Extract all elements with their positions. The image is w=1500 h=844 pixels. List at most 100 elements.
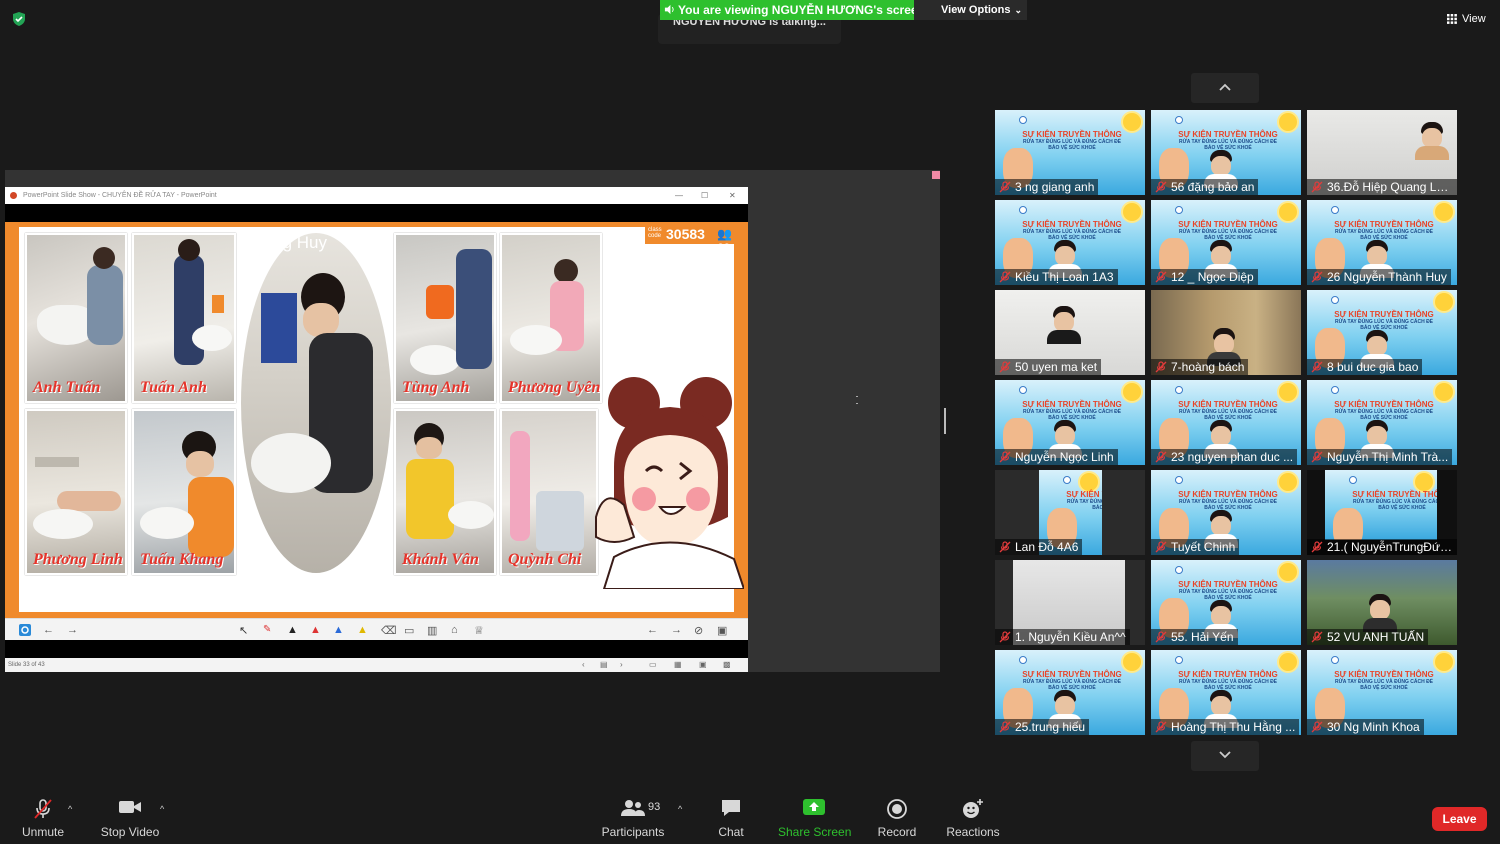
class-participant-count: 69: [717, 241, 731, 255]
eraser-icon[interactable]: ⌫: [381, 624, 397, 637]
minimize-icon[interactable]: —: [675, 187, 683, 204]
classpoint-logo-icon[interactable]: [19, 624, 31, 636]
participant-video-tile[interactable]: 50 uyen ma ket: [995, 290, 1145, 375]
muted-mic-icon: [999, 181, 1011, 193]
pen-black-icon[interactable]: ▲: [287, 624, 299, 636]
participant-video-tile[interactable]: SỰ KIỆN TRUYỀN THÔNGRỬA TAY ĐÚNG LÚC VÀ …: [1151, 380, 1301, 465]
maximize-icon[interactable]: ☐: [701, 187, 708, 204]
view-button[interactable]: View: [1440, 9, 1492, 29]
school-logo-icon: [1019, 386, 1027, 394]
participant-video-tile[interactable]: SỰ KIỆN TRUYỀN THÔNGRỬA TAY ĐÚNG LÚC VÀ …: [1307, 290, 1457, 375]
share-screen-button[interactable]: Share Screen: [778, 788, 852, 844]
participant-video-tile[interactable]: SỰ KIỆN TRUYỀN THÔNGRỬA TAY ĐÚNG LÚC VÀ …: [1307, 200, 1457, 285]
unmute-button[interactable]: Unmute: [14, 788, 72, 844]
participant-name-text: Tuyết Chinh: [1171, 540, 1236, 554]
pen-red-icon[interactable]: ▲: [310, 624, 322, 636]
participant-name: Nguyễn Ngọc Linh: [995, 449, 1118, 465]
participant-video-tile[interactable]: SỰ KIỆN TRUYỀN THÔNGRỬA TAY ĐÚNG LÚC VÀ …: [995, 470, 1145, 555]
participant-video-tile[interactable]: 1. Nguyễn Kiều An^^: [995, 560, 1145, 645]
pointer-icon[interactable]: ↖: [239, 624, 251, 637]
hide-icon[interactable]: ⊘: [694, 624, 706, 637]
encryption-shield-icon[interactable]: [11, 11, 27, 27]
pen-blue-icon[interactable]: ▲: [333, 624, 345, 636]
audio-options-caret-icon[interactable]: ^: [68, 804, 72, 814]
participant-video-tile[interactable]: SỰ KIỆN TRUYỀN THÔNGRỬA TAY ĐÚNG LÚC VÀ …: [995, 200, 1145, 285]
record-button[interactable]: Record: [872, 788, 922, 844]
chat-button[interactable]: Chat: [710, 788, 752, 844]
slide-photo-oval: Quang Huy: [241, 233, 391, 573]
slideshow-view-icon[interactable]: ▩: [723, 658, 731, 672]
poster-text: SỰ KIỆN TRUYỀN THÔNGRỬA TAY ĐÚNG LÚC VÀ …: [1017, 670, 1127, 691]
participant-video-tile[interactable]: SỰ KIỆN TRUYỀN THÔNGRỬA TAY ĐÚNG LÚC VÀ …: [1151, 200, 1301, 285]
participant-video-tile[interactable]: SỰ KIỆN TRUYỀN THÔNGRỬA TAY ĐÚNG LÚC VÀ …: [1151, 110, 1301, 195]
record-icon: [887, 799, 907, 819]
status-notes-icon[interactable]: ▤: [600, 658, 608, 672]
powerpoint-title-bar: PowerPoint Slide Show - CHUYÊN ĐỀ RỬA TA…: [5, 187, 748, 204]
normal-view-icon[interactable]: ▭: [649, 658, 657, 672]
back-arrow-icon[interactable]: ←: [43, 624, 55, 636]
participant-name: Kiều Thị Loan 1A3: [995, 269, 1118, 285]
muted-mic-icon: [999, 451, 1011, 463]
viewing-banner: You are viewing NGUYỄN HƯƠNG's screen: [660, 0, 925, 20]
muted-mic-icon: [999, 631, 1011, 643]
school-logo-icon: [1175, 386, 1183, 394]
participant-video-tile[interactable]: 7-hoàng bách: [1151, 290, 1301, 375]
participants-count: 93: [648, 801, 661, 813]
sun-illustration: [1123, 383, 1141, 401]
photo-caption: Anh Tuấn: [33, 379, 101, 396]
participant-video-tile[interactable]: SỰ KIỆN TRUYỀN THÔNGRỬA TAY ĐÚNG LÚC VÀ …: [995, 380, 1145, 465]
next-slide-icon[interactable]: →: [671, 624, 683, 636]
participant-video-tile[interactable]: SỰ KIỆN TRUYỀN THÔNGRỬA TAY ĐÚNG LÚC VÀ …: [1307, 380, 1457, 465]
poster-text: SỰ KIỆN TRUYỀN THÔNGRỬA TAY ĐÚNG LÚC VÀ …: [1017, 130, 1127, 151]
photo-caption: Tuấn Khang: [140, 551, 224, 568]
video-options-caret-icon[interactable]: ^: [160, 804, 164, 814]
highlighter-icon[interactable]: ▲: [357, 624, 369, 636]
participant-video-tile[interactable]: 52 VU ANH TUẤN: [1307, 560, 1457, 645]
participant-name: 36.Đỗ Hiệp Quang Lo...: [1307, 179, 1457, 195]
gallery-next-page-button[interactable]: [1191, 741, 1259, 771]
view-options-button[interactable]: View Options ⌄: [914, 0, 1027, 20]
panel-splitter[interactable]: [944, 408, 946, 434]
reactions-button[interactable]: Reactions: [944, 788, 1002, 844]
quiz-chart-icon[interactable]: ▥: [427, 624, 439, 637]
participant-video-tile[interactable]: SỰ KIỆN TRUYỀN THÔNGRỬA TAY ĐÚNG LÚC VÀ …: [1151, 470, 1301, 555]
muted-mic-icon: [999, 271, 1011, 283]
participant-name: 12 _ Ngọc Diệp: [1151, 269, 1258, 285]
participant-video-tile[interactable]: SỰ KIỆN TRUYỀN THÔNGRỬA TAY ĐÚNG LÚC VÀ …: [1307, 470, 1457, 555]
participant-name-text: 12 _ Ngọc Diệp: [1171, 270, 1254, 284]
participant-video-tile[interactable]: 36.Đỗ Hiệp Quang Lo...: [1307, 110, 1457, 195]
whiteboard-icon[interactable]: ▭: [404, 624, 416, 637]
tools-icon[interactable]: ⌂: [451, 624, 463, 636]
prev-slide-icon[interactable]: ←: [647, 624, 659, 636]
leave-label: Leave: [1442, 812, 1477, 826]
forward-arrow-icon[interactable]: →: [67, 624, 79, 636]
status-next-icon[interactable]: ›: [620, 658, 623, 672]
status-prev-icon[interactable]: ‹: [582, 658, 585, 672]
participant-name: 52 VU ANH TUẤN: [1307, 629, 1429, 645]
participant-video-tile[interactable]: SỰ KIỆN TRUYỀN THÔNGRỬA TAY ĐÚNG LÚC VÀ …: [1307, 650, 1457, 735]
stop-video-button[interactable]: Stop Video: [98, 788, 162, 844]
participants-icon: [621, 800, 645, 816]
close-icon[interactable]: ✕: [729, 187, 736, 204]
leave-button[interactable]: Leave: [1432, 807, 1487, 831]
view-label: View: [1462, 13, 1486, 25]
share-screen-label: Share Screen: [778, 825, 852, 839]
participant-video-tile[interactable]: SỰ KIỆN TRUYỀN THÔNGRỬA TAY ĐÚNG LÚC VÀ …: [1151, 560, 1301, 645]
screen-icon[interactable]: ▣: [717, 624, 729, 637]
muted-mic-icon: [1311, 631, 1323, 643]
muted-mic-icon: [999, 361, 1011, 373]
participants-label: Participants: [601, 825, 665, 839]
participant-video-tile[interactable]: SỰ KIỆN TRUYỀN THÔNGRỬA TAY ĐÚNG LÚC VÀ …: [995, 650, 1145, 735]
sorter-view-icon[interactable]: ▦: [674, 658, 682, 672]
award-icon[interactable]: ♕: [474, 624, 486, 637]
participants-button[interactable]: 93 Participants: [600, 788, 666, 844]
laser-icon[interactable]: ✎: [263, 624, 275, 636]
chevron-down-icon: [1219, 751, 1231, 759]
reading-view-icon[interactable]: ▣: [699, 658, 707, 672]
grid-view-icon: [1447, 14, 1457, 24]
participant-video-tile[interactable]: SỰ KIỆN TRUYỀN THÔNGRỬA TAY ĐÚNG LÚC VÀ …: [1151, 650, 1301, 735]
participant-video-tile[interactable]: SỰ KIỆN TRUYỀN THÔNGRỬA TAY ĐÚNG LÚC VÀ …: [995, 110, 1145, 195]
gallery-prev-page-button[interactable]: [1191, 73, 1259, 103]
participants-caret-icon[interactable]: ^: [678, 804, 682, 814]
slide-counter: Slide 33 of 43: [8, 662, 45, 668]
